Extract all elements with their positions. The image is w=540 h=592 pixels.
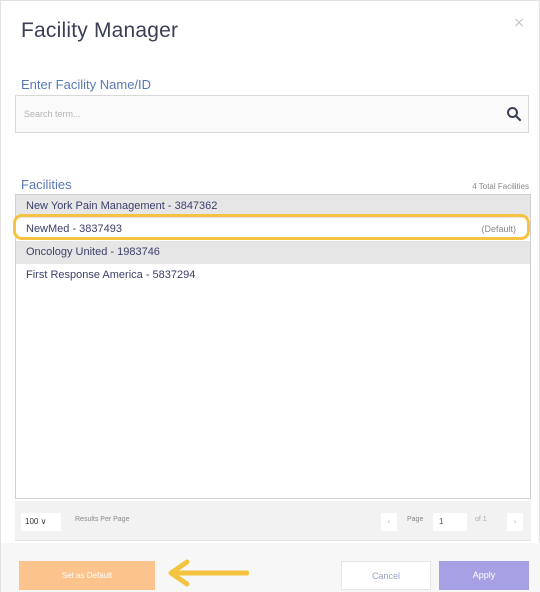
facility-manager-dialog: Facility Manager × Enter Facility Name/I… [0, 0, 540, 592]
search-label: Enter Facility Name/ID [21, 77, 152, 92]
page-number-input[interactable] [433, 513, 467, 531]
page-label: Page [407, 516, 424, 523]
next-page-button[interactable]: › [507, 513, 523, 531]
dialog-title: Facility Manager [21, 19, 179, 42]
results-per-page-select[interactable]: 100 ∨ [21, 513, 61, 531]
selection-highlight [13, 214, 530, 240]
search-box [15, 95, 529, 133]
facilities-label: Facilities [21, 177, 72, 192]
arrow-left-icon [168, 559, 249, 587]
previous-page-button[interactable]: ‹ [381, 513, 397, 531]
page-total: of 1 [475, 516, 487, 523]
cancel-button[interactable]: Cancel [341, 561, 431, 590]
search-input[interactable] [16, 96, 496, 132]
facility-name: New York Pain Management - 3847362 [26, 200, 218, 212]
search-icon[interactable] [506, 106, 522, 122]
apply-button[interactable]: Apply [439, 561, 529, 590]
dialog-footer: Set as Default Cancel Apply [1, 543, 540, 592]
pagination-bar: 100 ∨ Results Per Page ‹ Page of 1 › [15, 501, 531, 541]
facility-row[interactable]: Oncology United - 1983746 [16, 241, 530, 264]
facility-name: First Response America - 5837294 [26, 269, 196, 281]
close-icon[interactable]: × [513, 15, 525, 31]
results-per-page-label: Results Per Page [75, 516, 130, 523]
facility-row[interactable]: First Response America - 5837294 [16, 264, 530, 287]
set-as-default-button[interactable]: Set as Default [19, 561, 155, 590]
total-facilities-count: 4 Total Facilities [472, 182, 529, 191]
facility-name: Oncology United - 1983746 [26, 246, 160, 258]
